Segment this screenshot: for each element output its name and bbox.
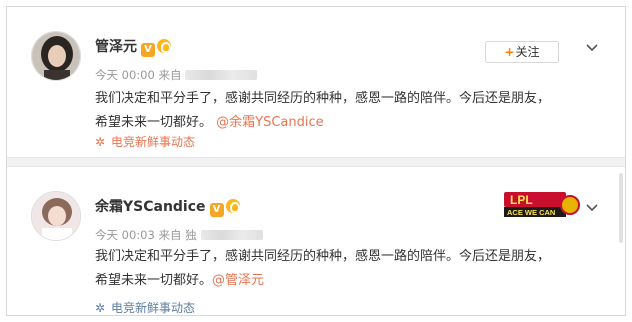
post-content-line: 希望未来一切都好。 [95,273,213,288]
topic-tag-label[interactable]: 电竞新鲜事动态 [111,135,195,149]
verified-icon: V [141,43,155,57]
topic-tag[interactable]: ✲ 电竞新鲜事动态 [95,133,195,150]
mention-link[interactable]: @管泽元 [212,273,264,288]
avatar[interactable] [31,31,81,81]
avatar-image [32,192,80,240]
username[interactable]: 余霜YSCandice V [95,196,240,217]
post-content: 我们决定和平分手了，感谢共同经历的种种，感恩一路的陪伴。今后还是朋友， 希望未来… [95,87,605,135]
post-time[interactable]: 今天 00:00 [95,68,155,82]
member-icon [225,199,240,213]
follow-button[interactable]: +关注 [485,41,559,63]
weibo-feed-frame: 管泽元 V 今天 00:00 来自 我们决定和平分手了，感谢共同经历的种种，感恩一… [6,6,626,316]
username[interactable]: 管泽元 V [95,36,171,57]
source-prefix: 来自 [158,68,182,82]
post-content-line: 我们决定和平分手了，感谢共同经历的种种，感恩一路的陪伴。今后还是朋友， [95,91,551,106]
post-content: 我们决定和平分手了，感谢共同经历的种种，感恩一路的陪伴。今后还是朋友， 希望未来… [95,245,605,293]
member-icon [157,39,171,53]
lpl-logo-overlay: LPL ACE WE CAN [504,192,580,217]
chevron-down-icon[interactable] [585,43,599,53]
scrollbar[interactable] [619,173,623,243]
username-text[interactable]: 余霜YSCandice [95,199,206,215]
topic-tag[interactable]: ✲ 电竞新鲜事动态 [95,299,195,316]
topic-tag-label[interactable]: 电竞新鲜事动态 [111,301,195,315]
lpl-logo-text: LPL [510,193,533,207]
plus-icon: + [504,45,515,59]
post-meta: 今天 00:03 来自 独 [95,227,263,243]
blurred-source [185,70,258,80]
verified-icon: V [209,203,224,217]
blurred-source [200,230,263,240]
post-meta: 今天 00:00 来自 [95,67,258,83]
post-separator [7,157,625,167]
post-content-line: 我们决定和平分手了，感谢共同经历的种种，感恩一路的陪伴。今后还是朋友， [95,249,551,264]
avatar-image [32,32,80,80]
mention-link[interactable]: @余霜YSCandice [216,115,324,130]
post-content-line: 希望未来一切都好。 [95,115,213,130]
post-time[interactable]: 今天 00:03 [95,228,155,242]
follow-label: 关注 [515,45,540,59]
avatar[interactable] [31,191,81,241]
source-prefix: 来自 独 [158,228,197,242]
lpl-logo-subtext: ACE WE CAN [507,208,555,217]
weibo-post: 管泽元 V 今天 00:00 来自 我们决定和平分手了，感谢共同经历的种种，感恩一… [7,7,625,157]
username-text[interactable]: 管泽元 [95,39,137,55]
sparkle-icon: ✲ [95,301,106,315]
chevron-down-icon[interactable] [585,203,599,213]
sparkle-icon: ✲ [95,135,106,149]
